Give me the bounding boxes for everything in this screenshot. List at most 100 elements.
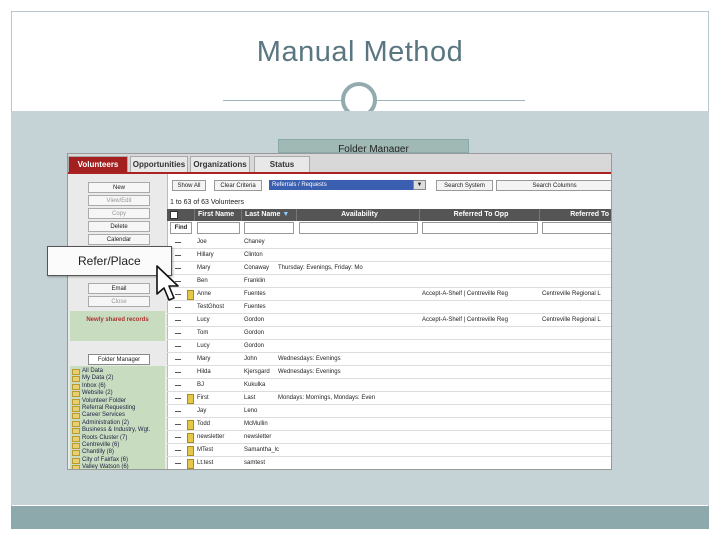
tab-volunteers[interactable]: Volunteers xyxy=(68,156,128,172)
folder-label: Business & Industry, Wgt. xyxy=(82,427,151,434)
search-system-button[interactable]: Search System xyxy=(436,180,493,191)
folder-item[interactable]: Website (2) xyxy=(72,390,113,398)
cell-avail: Wednesdays: Evenings xyxy=(278,356,341,362)
folder-icon xyxy=(72,383,80,390)
table-row[interactable]: Joe Chaney xyxy=(167,236,611,249)
folder-item[interactable]: Career Services xyxy=(72,412,125,420)
column-header-last-name[interactable]: Last Name ▼ xyxy=(242,209,297,221)
row-select-checkbox[interactable] xyxy=(175,398,181,399)
row-select-checkbox[interactable] xyxy=(175,242,181,243)
folder-manager-tab[interactable]: Folder Manager xyxy=(278,139,469,153)
row-select-checkbox[interactable] xyxy=(175,437,181,438)
cell-avail: Wednesdays: Evenings xyxy=(278,369,341,375)
table-row[interactable]: Tom Gordon xyxy=(167,327,611,340)
note-flag-icon xyxy=(187,290,194,300)
column-header-first-name[interactable]: First Name xyxy=(195,209,242,221)
search-columns-button[interactable]: Search Columns xyxy=(496,180,611,191)
show-all-button[interactable]: Show All xyxy=(172,180,206,191)
tab-status[interactable]: Status xyxy=(254,156,310,172)
folder-item[interactable]: All Data xyxy=(72,368,103,375)
find-referred-opp-input[interactable] xyxy=(422,222,538,234)
cell-last: Samantha_lc xyxy=(244,447,280,453)
clear-criteria-button[interactable]: Clear Criteria xyxy=(214,180,262,191)
tab-organizations[interactable]: Organizations xyxy=(190,156,250,172)
folder-label: Volunteer Folder xyxy=(82,397,127,404)
cell-avail: Mondays: Mornings, Mondays: Even xyxy=(278,395,376,401)
table-row[interactable]: Lt.test samtest xyxy=(167,457,611,469)
note-flag-icon xyxy=(187,433,194,443)
find-availability-input[interactable] xyxy=(299,222,418,234)
table-row[interactable]: Mary John Wednesdays: Evenings xyxy=(167,353,611,366)
find-last-name-input[interactable] xyxy=(244,222,294,234)
new-button[interactable]: New xyxy=(88,182,150,193)
folder-item[interactable]: Roots Cluster (7) xyxy=(72,435,127,442)
row-select-checkbox[interactable] xyxy=(175,320,181,321)
row-select-checkbox[interactable] xyxy=(175,450,181,451)
email-button[interactable]: Email xyxy=(88,283,150,294)
table-row[interactable]: Mary Conaway Thursday: Evenings, Friday: M… xyxy=(167,262,611,275)
cell-last: Chaney xyxy=(244,239,265,245)
find-button[interactable]: Find xyxy=(170,222,192,234)
folder-item[interactable]: Chantilly (8) xyxy=(72,449,114,457)
row-select-checkbox[interactable] xyxy=(175,359,181,360)
cell-first: newsletter xyxy=(197,434,225,440)
table-row[interactable]: BJ Kukulka xyxy=(167,379,611,392)
row-select-checkbox[interactable] xyxy=(175,255,181,256)
folder-manager-button[interactable]: Folder Manager xyxy=(88,354,150,365)
table-row[interactable]: Lucy Gordon Accept-A-Shelf | Centreville R… xyxy=(167,314,611,327)
referral-select[interactable]: Referrals / Requests xyxy=(269,180,426,190)
calendar-button[interactable]: Calendar xyxy=(88,234,150,245)
find-referred-to-input[interactable] xyxy=(542,222,611,234)
delete-button[interactable]: Delete xyxy=(88,221,150,232)
row-select-checkbox[interactable] xyxy=(175,372,181,373)
row-select-checkbox[interactable] xyxy=(175,333,181,334)
cell-first: MTest xyxy=(197,447,214,453)
table-row[interactable]: MTest Samantha_lc xyxy=(167,444,611,457)
folder-icon xyxy=(72,457,80,464)
chevron-down-icon[interactable]: ▼ xyxy=(413,180,426,190)
cell-last: Gordon xyxy=(244,317,265,323)
find-first-name-input[interactable] xyxy=(197,222,240,234)
table-row[interactable]: Lucy Gordon xyxy=(167,340,611,353)
copy-button[interactable]: Copy xyxy=(88,208,150,219)
view-edit-button[interactable]: View/Edit xyxy=(88,195,150,206)
row-select-checkbox[interactable] xyxy=(175,307,181,308)
cell-last: Kukulka xyxy=(244,382,266,388)
table-row[interactable]: TestGhost Fuentes xyxy=(167,301,611,314)
folder-item[interactable]: City of Fairfax (6) xyxy=(72,457,128,464)
column-header-referred-to-opp[interactable]: Referred To Opp xyxy=(420,209,540,221)
table-row[interactable]: Hillary Clinton xyxy=(167,249,611,262)
table-row[interactable]: Todd McMullin xyxy=(167,418,611,431)
column-header-referred-to[interactable]: Referred To xyxy=(540,209,611,221)
row-select-checkbox[interactable] xyxy=(175,385,181,386)
row-select-checkbox[interactable] xyxy=(175,463,181,464)
row-select-checkbox[interactable] xyxy=(175,411,181,412)
refer-place-button[interactable]: Refer/Place xyxy=(47,246,172,276)
folder-item[interactable]: Centreville (6) xyxy=(72,442,119,449)
table-row[interactable]: newsletter newsletter xyxy=(167,431,611,444)
cell-first: BJ xyxy=(197,382,205,388)
column-header-availability[interactable]: Availability xyxy=(297,209,420,221)
row-select-checkbox[interactable] xyxy=(175,346,181,347)
header-checkbox-cell xyxy=(167,209,195,221)
folder-icon xyxy=(72,369,80,375)
table-row[interactable]: Jay Leno xyxy=(167,405,611,418)
row-select-checkbox[interactable] xyxy=(175,424,181,425)
folder-item[interactable]: Referral Requesting xyxy=(72,405,135,412)
table-row[interactable]: Anne Fuentes Accept-A-Shelf | Centreville … xyxy=(167,288,611,301)
folder-item[interactable]: My Data (2) xyxy=(72,375,113,383)
folder-item[interactable]: Volunteer Folder xyxy=(72,397,127,405)
cell-first: Mary xyxy=(197,265,211,271)
folder-item[interactable]: Valley Watson (6) xyxy=(72,464,129,469)
close-button[interactable]: Close xyxy=(88,296,150,307)
tab-opportunities[interactable]: Opportunities xyxy=(130,156,188,172)
table-row[interactable]: First Last Mondays: Mornings, Mondays: Eve… xyxy=(167,392,611,405)
note-flag-icon xyxy=(187,420,194,430)
table-row[interactable]: Ben Franklin xyxy=(167,275,611,288)
folder-item[interactable]: Business & Industry, Wgt. xyxy=(72,427,151,435)
table-row[interactable]: Hilda Kjersgard Wednesdays: Evenings xyxy=(167,366,611,379)
folder-icon xyxy=(72,398,80,405)
folder-item[interactable]: Inbox (6) xyxy=(72,383,106,390)
folder-item[interactable]: Administration (2) xyxy=(72,420,129,427)
select-all-checkbox[interactable] xyxy=(170,211,178,219)
